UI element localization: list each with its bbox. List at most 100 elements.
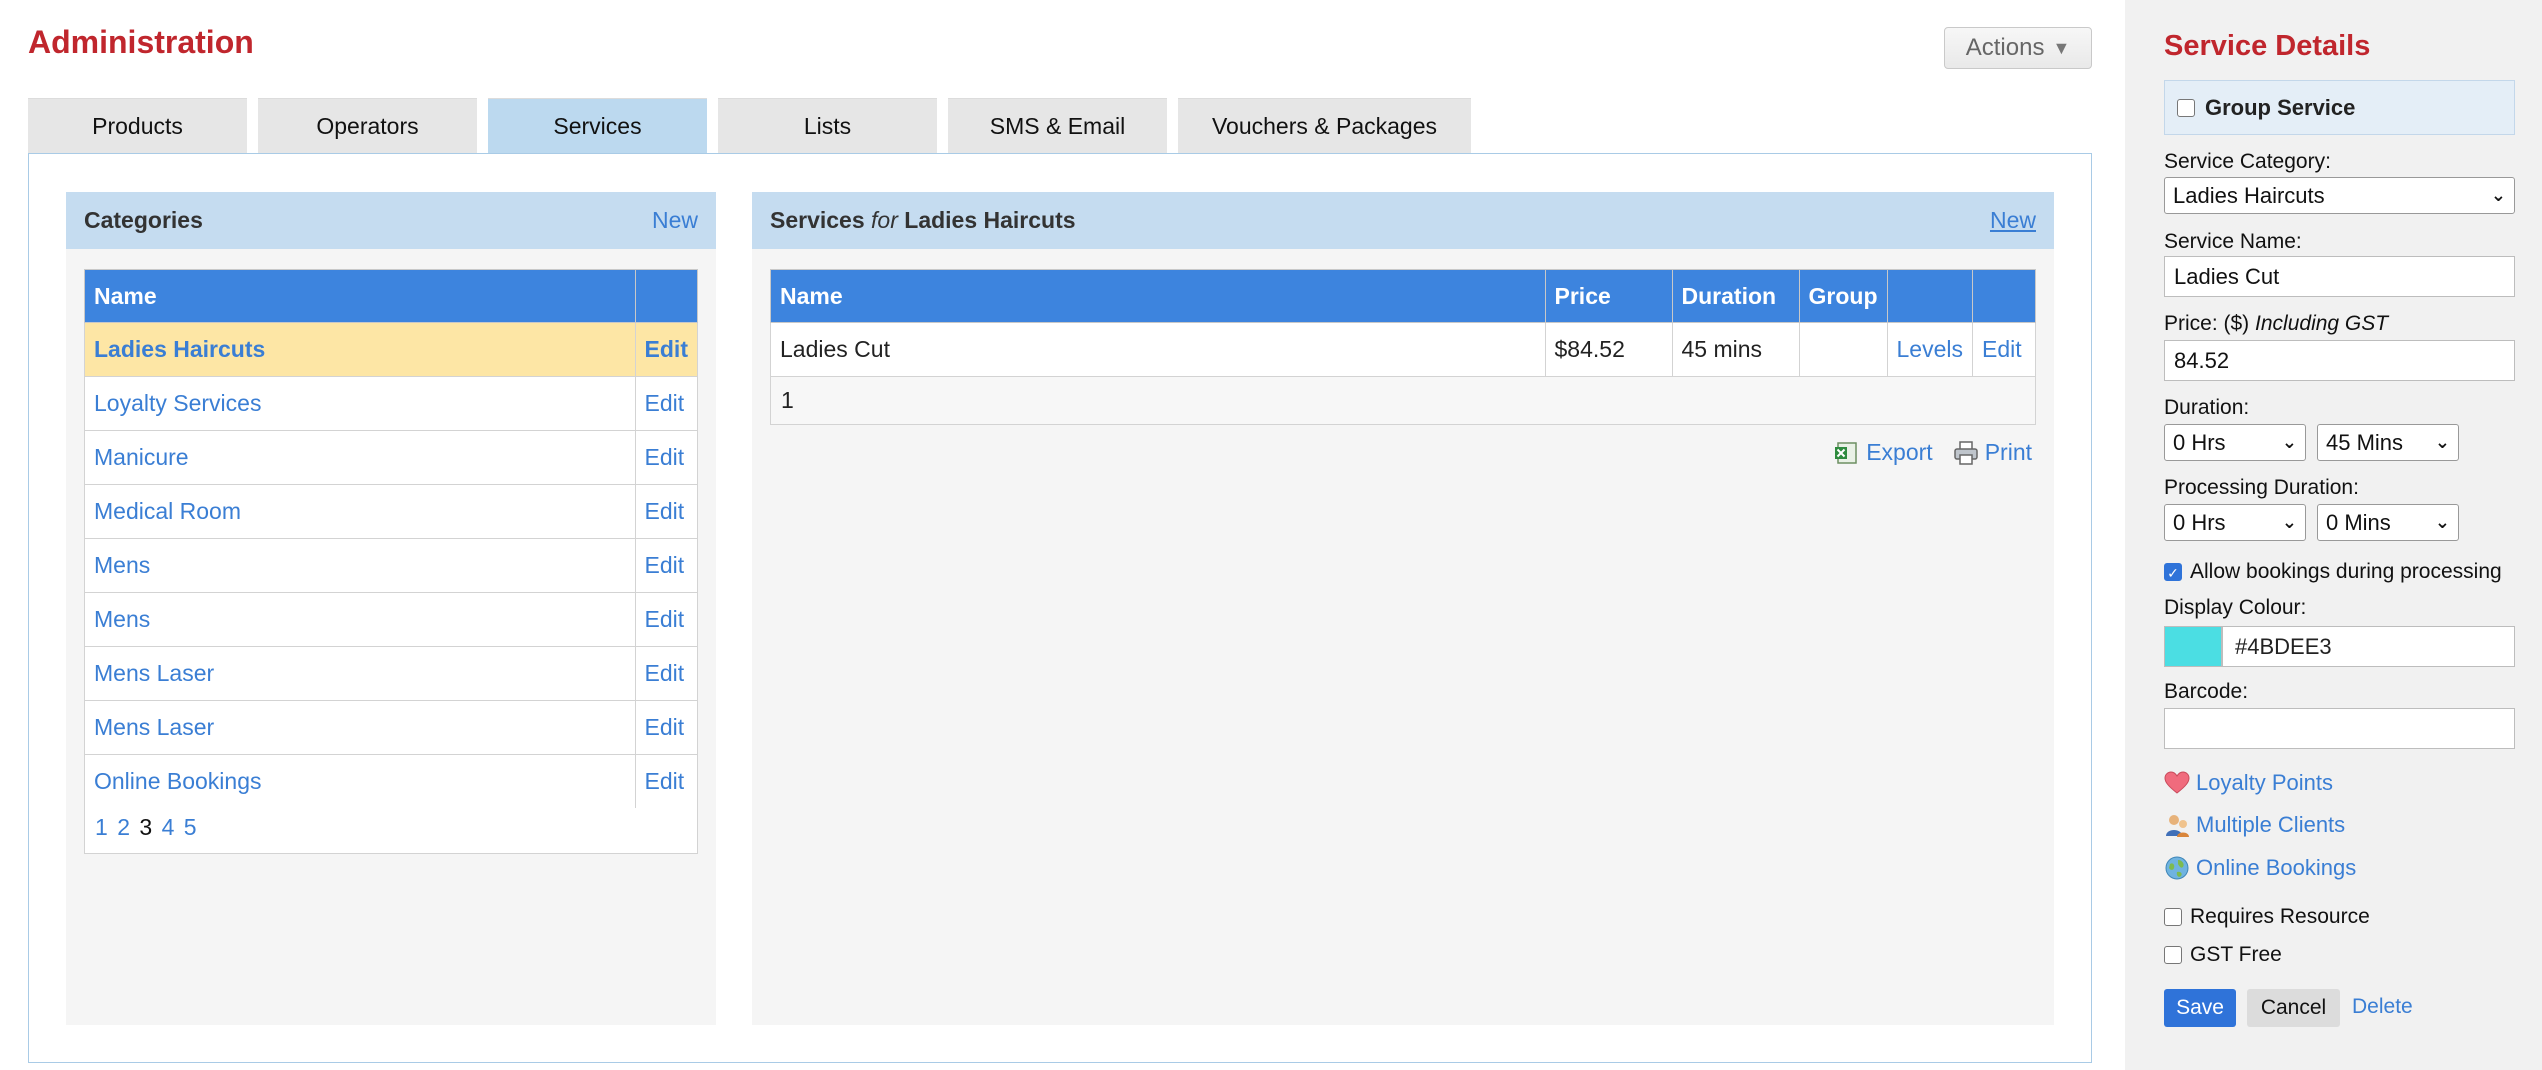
allow-bookings-label: Allow bookings during processing	[2190, 560, 2502, 583]
edit-link[interactable]: Edit	[1982, 336, 2022, 362]
price-input[interactable]: 84.52	[2164, 340, 2515, 381]
category-link[interactable]: Mens Laser	[94, 660, 214, 686]
edit-link[interactable]: Edit	[645, 606, 685, 632]
services-header: Services for Ladies Haircuts New	[752, 192, 2054, 249]
requires-resource: Requires Resource	[2164, 905, 2370, 929]
service-details-title: Service Details	[2164, 30, 2371, 62]
page-link-4[interactable]: 4	[162, 814, 175, 840]
column-header-group[interactable]: Group	[1798, 269, 1888, 323]
tab-lists[interactable]: Lists	[718, 98, 937, 154]
column-header-name[interactable]: Name	[770, 269, 1546, 323]
duration-minutes-select[interactable]: 45 Mins ⌄	[2317, 424, 2459, 461]
category-link[interactable]: Loyalty Services	[94, 390, 261, 416]
service-details-panel: Service Details Group Service Service Ca…	[2125, 0, 2542, 1070]
service-category-value: Ladies Haircuts	[2173, 182, 2325, 208]
save-button[interactable]: Save	[2164, 989, 2236, 1027]
edit-link[interactable]: Edit	[645, 660, 685, 686]
tab-operators[interactable]: Operators	[258, 98, 477, 154]
levels-link[interactable]: Levels	[1897, 336, 1963, 362]
edit-link[interactable]: Edit	[645, 498, 685, 524]
edit-link[interactable]: Edit	[645, 552, 685, 578]
edit-link[interactable]: Edit	[645, 336, 688, 362]
table-row[interactable]: Mens Laser Edit	[84, 700, 699, 755]
gst-free-checkbox[interactable]	[2164, 946, 2182, 964]
allow-bookings-checkbox[interactable]: ✓	[2164, 563, 2182, 581]
services-panel: Services for Ladies Haircuts New Name Pr…	[752, 192, 2054, 1025]
service-group	[1798, 322, 1888, 377]
table-row[interactable]: Medical Room Edit	[84, 484, 699, 539]
category-link[interactable]: Mens	[94, 552, 150, 578]
printer-icon	[1953, 440, 1978, 465]
service-category-select[interactable]: Ladies Haircuts ⌄	[2164, 177, 2515, 214]
table-header-row: Name Price Duration Group	[770, 269, 2036, 323]
colour-swatch[interactable]	[2164, 626, 2222, 667]
group-service-checkbox[interactable]	[2177, 98, 2195, 117]
excel-icon	[1835, 441, 1857, 464]
chevron-down-icon: ⌄	[2281, 432, 2297, 452]
group-service-box: Group Service	[2164, 80, 2515, 135]
category-link[interactable]: Medical Room	[94, 498, 241, 524]
column-header-name[interactable]: Name	[84, 269, 636, 323]
edit-link[interactable]: Edit	[645, 444, 685, 470]
processing-minutes-value: 0 Mins	[2326, 509, 2391, 535]
delete-link[interactable]: Delete	[2352, 995, 2413, 1019]
processing-minutes-select[interactable]: 0 Mins ⌄	[2317, 504, 2459, 541]
cancel-button[interactable]: Cancel	[2247, 989, 2340, 1027]
table-row[interactable]: Manicure Edit	[84, 430, 699, 485]
online-bookings-link[interactable]: Online Bookings	[2164, 855, 2356, 881]
new-service-link[interactable]: New	[1990, 207, 2036, 234]
categories-header: Categories New	[66, 192, 716, 249]
online-bookings-label: Online Bookings	[2196, 855, 2357, 880]
print-label: Print	[1984, 439, 2032, 465]
requires-resource-checkbox[interactable]	[2164, 908, 2182, 926]
column-header-actions	[634, 269, 699, 323]
table-row[interactable]: Ladies Haircuts Edit	[84, 322, 699, 377]
category-link[interactable]: Ladies Haircuts	[94, 336, 265, 362]
table-row[interactable]: Ladies Cut $84.52 45 mins Levels Edit	[770, 322, 2036, 377]
category-link[interactable]: Manicure	[94, 444, 189, 470]
table-row[interactable]: Mens Edit	[84, 538, 699, 593]
table-row[interactable]: Loyalty Services Edit	[84, 376, 699, 431]
actions-button[interactable]: Actions ▼	[1944, 27, 2092, 69]
page-link-5[interactable]: 5	[184, 814, 197, 840]
multiple-clients-link[interactable]: Multiple Clients	[2164, 812, 2345, 838]
tab-products[interactable]: Products	[28, 98, 247, 154]
colour-input[interactable]: #4BDEE3	[2222, 626, 2515, 667]
barcode-input[interactable]	[2164, 708, 2515, 749]
services-table-footer: 1	[770, 377, 2036, 425]
duration-hours-select[interactable]: 0 Hrs ⌄	[2164, 424, 2306, 461]
gst-free: GST Free	[2164, 943, 2282, 967]
service-category-label: Service Category:	[2164, 150, 2331, 173]
loyalty-points-link[interactable]: Loyalty Points	[2164, 770, 2333, 796]
category-link[interactable]: Mens Laser	[94, 714, 214, 740]
table-row[interactable]: Mens Laser Edit	[84, 646, 699, 701]
tab-vouchers-packages[interactable]: Vouchers & Packages	[1178, 98, 1471, 154]
edit-link[interactable]: Edit	[645, 768, 685, 794]
processing-hours-select[interactable]: 0 Hrs ⌄	[2164, 504, 2306, 541]
export-link[interactable]: Export	[1834, 439, 1933, 466]
page-current: 1	[781, 387, 794, 413]
edit-link[interactable]: Edit	[645, 714, 685, 740]
page-link-2[interactable]: 2	[117, 814, 130, 840]
processing-duration-label: Processing Duration:	[2164, 476, 2359, 499]
categories-title: Categories	[84, 207, 203, 233]
tab-services[interactable]: Services	[488, 98, 707, 154]
table-row[interactable]: Online Bookings Edit	[84, 754, 699, 809]
categories-table: Name Ladies Haircuts Edit Loyalty Servic…	[84, 269, 699, 809]
print-link[interactable]: Print	[1953, 439, 2032, 466]
page-link-1[interactable]: 1	[95, 814, 108, 840]
edit-link[interactable]: Edit	[645, 390, 685, 416]
price-label: Price: ($) Including GST	[2164, 312, 2388, 336]
category-link[interactable]: Online Bookings	[94, 768, 262, 794]
services-title-prefix: Services	[770, 207, 865, 233]
new-category-link[interactable]: New	[652, 207, 698, 234]
service-name-input[interactable]: Ladies Cut	[2164, 256, 2515, 297]
table-row[interactable]: Mens Edit	[84, 592, 699, 647]
column-header-duration[interactable]: Duration	[1671, 269, 1800, 323]
tab-sms-email[interactable]: SMS & Email	[948, 98, 1167, 154]
chevron-down-icon: ⌄	[2434, 432, 2450, 452]
column-header-price[interactable]: Price	[1544, 269, 1673, 323]
group-service-label: Group Service	[2205, 94, 2356, 120]
services-title: Services for Ladies Haircuts	[770, 207, 1076, 234]
category-link[interactable]: Mens	[94, 606, 150, 632]
